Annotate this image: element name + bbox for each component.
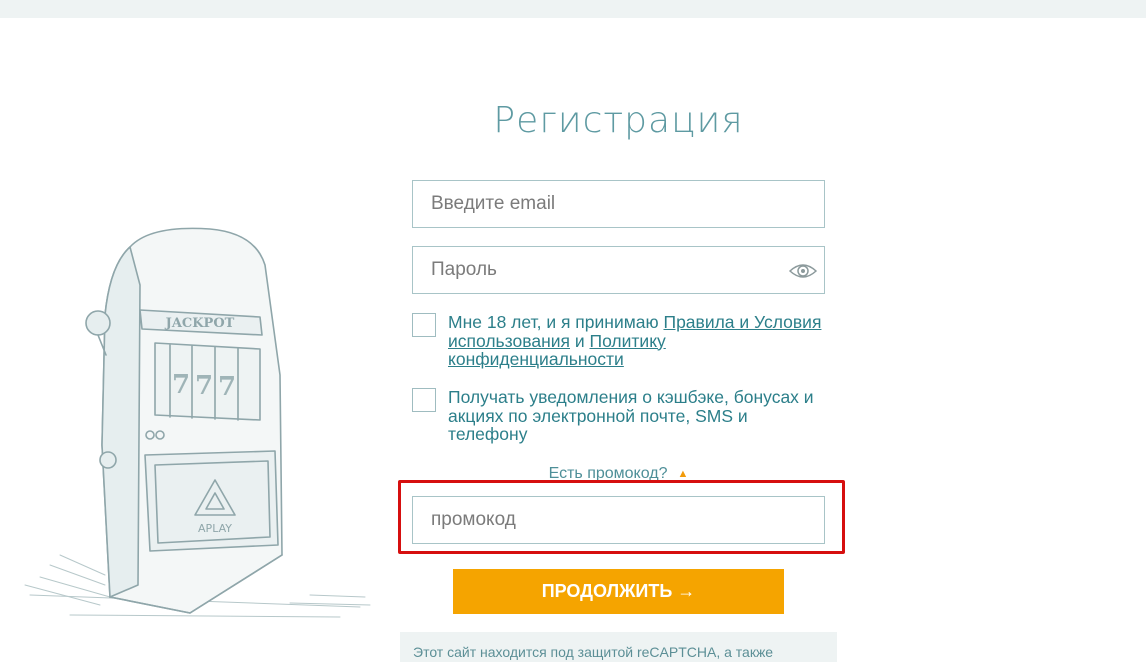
notifications-consent-row: Получать уведомления о кэшбэке, бонусах … [412,388,832,444]
password-field-wrapper [412,246,825,294]
caret-up-icon: ▲ [677,468,689,480]
recaptcha-notice: Этот сайт находится под защитой reCAPTCH… [400,632,837,662]
reel-symbol: 7 [172,370,190,400]
notifications-text: Получать уведомления о кэшбэке, бонусах … [448,387,814,444]
highlight-box [398,480,845,554]
slot-machine-illustration: JACKPOT 7 7 7 APLAY [24,227,371,618]
jackpot-label: JACKPOT [165,316,235,331]
reel-symbol: 7 [195,371,213,401]
reel-symbol: 7 [218,372,236,402]
continue-button[interactable]: ПРОДОЛЖИТЬ → [453,569,784,614]
terms-checkbox[interactable] [412,313,436,337]
notifications-checkbox[interactable] [412,388,436,412]
password-input[interactable] [413,247,824,293]
top-bar [0,0,1146,18]
page-title: Регистрация [493,100,744,141]
terms-text: Мне 18 лет, и я принимаю Правила и Услов… [448,313,828,369]
recaptcha-notice-text: Этот сайт находится под защитой reCAPTCH… [413,644,774,660]
email-field-wrapper [412,180,825,228]
terms-middle: и [570,330,590,351]
terms-consent-row: Мне 18 лет, и я принимаю Правила и Услов… [412,313,832,369]
terms-prefix: Мне 18 лет, и я принимаю [448,312,664,332]
eye-icon[interactable] [788,259,818,283]
email-input[interactable] [413,181,824,227]
brand-logo-text: APLAY [198,522,232,535]
